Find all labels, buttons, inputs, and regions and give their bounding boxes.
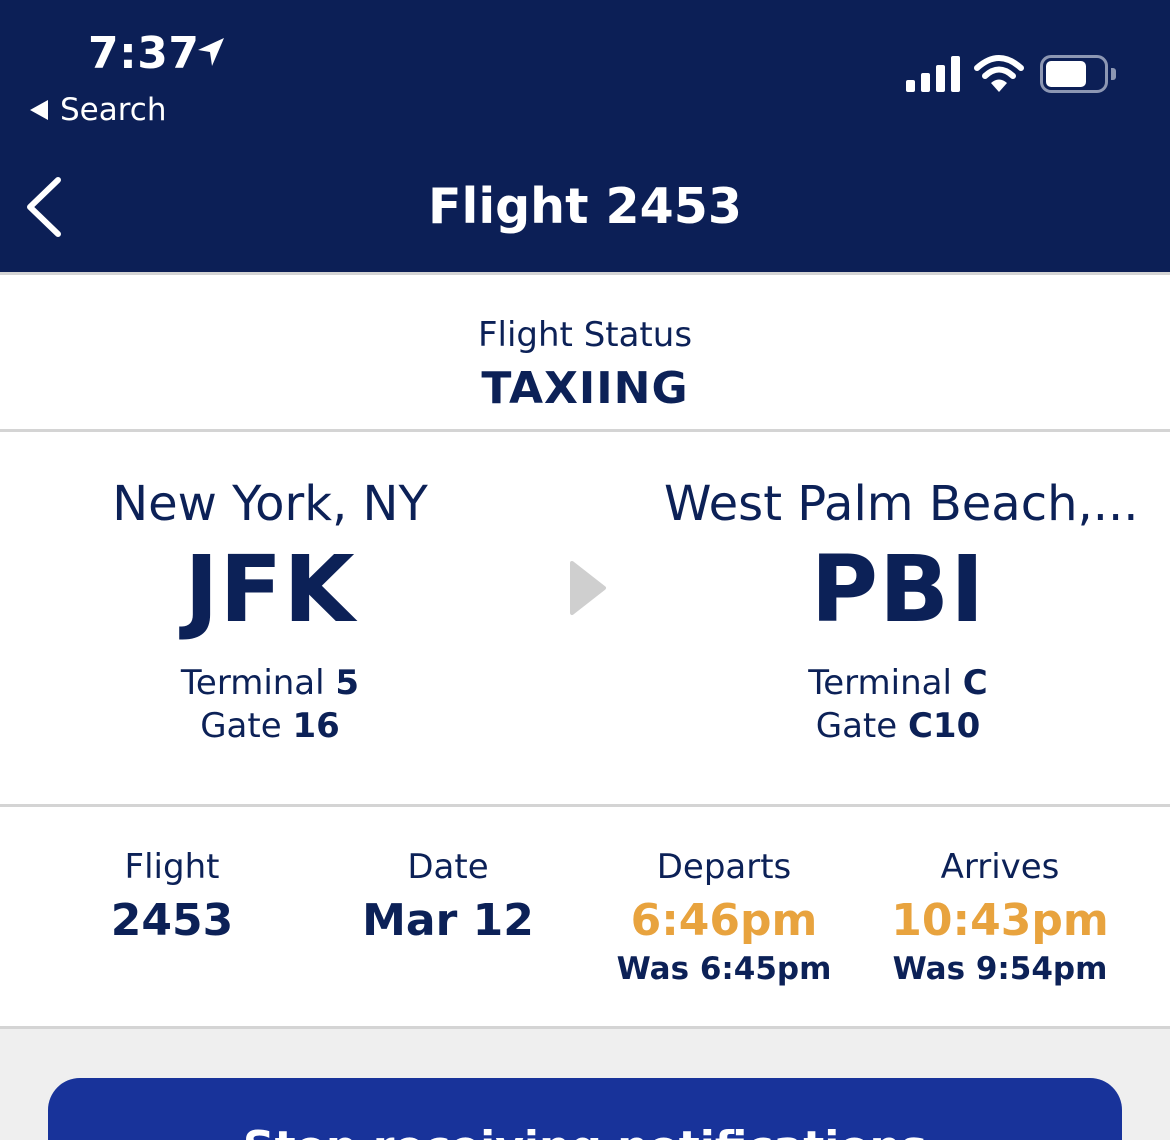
date-value: Mar 12 bbox=[362, 895, 534, 946]
route-section: New York, NY JFK Terminal 5 Gate 16 West… bbox=[0, 432, 1170, 807]
arrives-label: Arrives bbox=[940, 847, 1060, 887]
origin-terminal: 5 bbox=[335, 663, 360, 703]
flight-number-label: Flight bbox=[124, 847, 220, 887]
destination-city: West Palm Beach,... bbox=[664, 476, 1139, 532]
flight-details-section: Flight 2453 Date Mar 12 Departs 6:46pm W… bbox=[0, 807, 1170, 1029]
origin-airport-code: JFK bbox=[184, 536, 356, 643]
arrives-previous-time: Was 9:54pm bbox=[892, 951, 1108, 987]
cellular-signal-icon bbox=[906, 56, 960, 92]
location-arrow-icon bbox=[198, 38, 224, 66]
battery-icon bbox=[1040, 55, 1116, 93]
date-column: Date Mar 12 bbox=[308, 847, 588, 949]
flight-number-column: Flight 2453 bbox=[32, 847, 312, 949]
flight-status-value: TAXIING bbox=[481, 363, 689, 414]
flight-status-section: Flight Status TAXIING bbox=[0, 272, 1170, 432]
flight-number-value: 2453 bbox=[110, 895, 234, 946]
flight-status-label: Flight Status bbox=[477, 315, 693, 355]
destination-gate: C10 bbox=[907, 706, 981, 746]
origin-city: New York, NY bbox=[112, 476, 428, 532]
departs-column: Departs 6:46pm Was 6:45pm bbox=[584, 847, 864, 989]
departs-label: Departs bbox=[656, 847, 792, 887]
back-to-app-link[interactable]: Search bbox=[30, 92, 167, 128]
back-app-label: Search bbox=[60, 92, 167, 128]
back-triangle-icon bbox=[30, 100, 48, 120]
origin-terminal-label: Terminal bbox=[180, 663, 325, 703]
origin-gate: 16 bbox=[292, 706, 340, 746]
app-header: 7:37 Search Flight 2453 bbox=[0, 0, 1170, 272]
destination-terminal-gate: Terminal C Gate C10 bbox=[698, 662, 1098, 748]
destination-gate-label: Gate bbox=[815, 706, 898, 746]
stop-notifications-label: Stop receiving notifications bbox=[48, 1122, 1122, 1140]
destination-terminal: C bbox=[962, 663, 988, 703]
destination-terminal-label: Terminal bbox=[808, 663, 952, 703]
route-arrow-icon bbox=[570, 561, 606, 615]
status-bar-time: 7:37 bbox=[88, 28, 200, 79]
arrives-time: 10:43pm bbox=[891, 895, 1109, 946]
stop-notifications-button[interactable]: Stop receiving notifications bbox=[48, 1078, 1122, 1140]
date-label: Date bbox=[407, 847, 489, 887]
origin-terminal-gate: Terminal 5 Gate 16 bbox=[70, 662, 470, 748]
page-title: Flight 2453 bbox=[428, 178, 742, 235]
origin-gate-label: Gate bbox=[200, 706, 282, 746]
departs-previous-time: Was 6:45pm bbox=[616, 951, 832, 987]
arrives-column: Arrives 10:43pm Was 9:54pm bbox=[860, 847, 1140, 989]
destination-airport-code: PBI bbox=[810, 536, 986, 643]
departs-time: 6:46pm bbox=[630, 895, 818, 946]
wifi-icon bbox=[974, 55, 1024, 92]
